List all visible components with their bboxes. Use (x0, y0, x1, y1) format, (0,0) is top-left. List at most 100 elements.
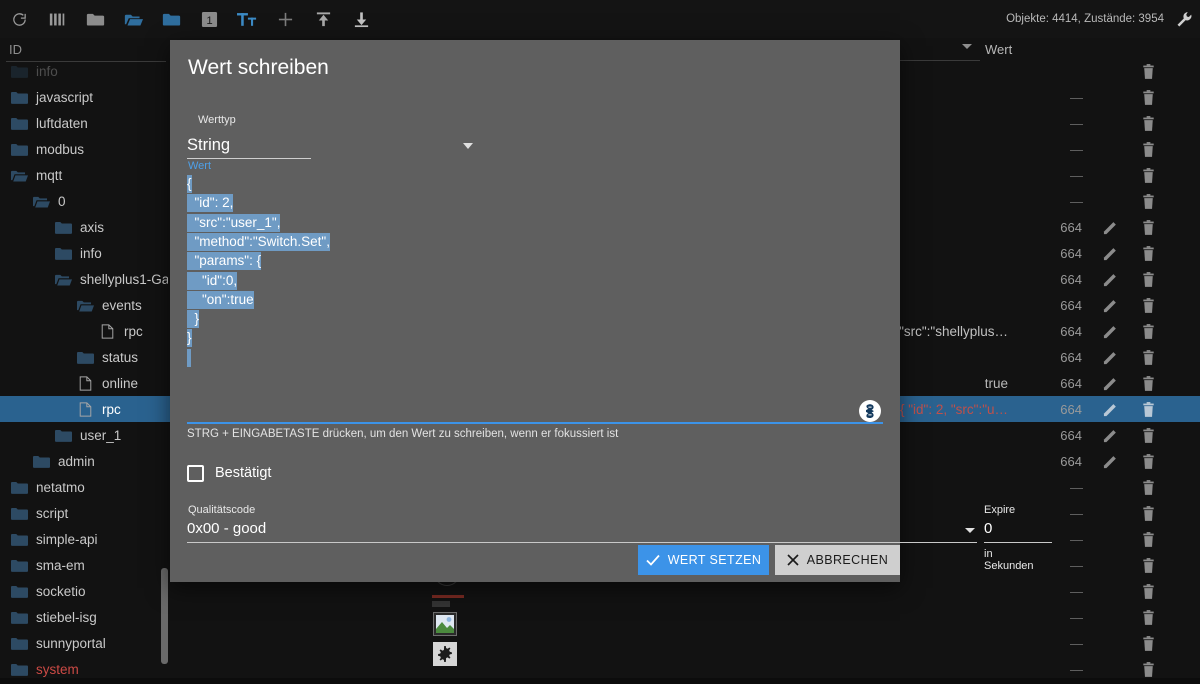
row-permission-value: — (1070, 479, 1083, 495)
tree-item-label: javascript (36, 89, 94, 105)
value-type-select[interactable]: String (187, 136, 230, 155)
delete-trash-icon[interactable] (1136, 396, 1160, 422)
wrench-icon[interactable] (1174, 0, 1200, 38)
cancel-button[interactable]: ABBRECHEN (775, 545, 900, 575)
delete-trash-icon[interactable] (1136, 526, 1160, 552)
tree-item-luftdaten[interactable]: luftdaten (0, 110, 168, 136)
chevron-down-icon[interactable] (463, 143, 473, 149)
value-textarea[interactable]: { "id": 2, "src":"user_1", "method":"Swi… (187, 174, 883, 414)
tree-item-stiebel-isg[interactable]: stiebel-isg (0, 604, 168, 630)
folder-collapse-icon[interactable] (76, 0, 114, 38)
text-format-icon[interactable] (228, 0, 266, 38)
tree-item-sunnyportal[interactable]: sunnyportal (0, 630, 168, 656)
object-tree[interactable]: info javascript luftdaten modbus mqtt 0 axis in… (0, 62, 168, 678)
delete-trash-icon[interactable] (1136, 448, 1160, 474)
table-row[interactable]: — (168, 604, 1200, 630)
row-permission-value: 664 (1060, 375, 1082, 391)
edit-pencil-icon[interactable] (1098, 396, 1122, 422)
upload-icon[interactable] (304, 0, 342, 38)
tree-item-user-1[interactable]: user_1 (0, 422, 168, 448)
folder-expand-icon[interactable] (114, 0, 152, 38)
confirmed-label[interactable]: Bestätigt (215, 465, 271, 481)
column-header-value[interactable]: Wert (985, 42, 1012, 57)
delete-trash-icon[interactable] (1136, 84, 1160, 110)
delete-trash-icon[interactable] (1136, 162, 1160, 188)
add-icon[interactable] (266, 0, 304, 38)
tree-item-simple-api[interactable]: simple-api (0, 526, 168, 552)
row-permission-value: — (1070, 89, 1083, 105)
tree-item-javascript[interactable]: javascript (0, 84, 168, 110)
row-permission-value: — (1070, 583, 1083, 599)
edit-pencil-icon[interactable] (1098, 214, 1122, 240)
tree-item-rpc[interactable]: rpc (0, 318, 168, 344)
table-row[interactable]: — (168, 630, 1200, 656)
row-permission-value: — (1070, 193, 1083, 209)
edit-pencil-icon[interactable] (1098, 292, 1122, 318)
tree-item-sma-em[interactable]: sma-em (0, 552, 168, 578)
tree-item-script[interactable]: script (0, 500, 168, 526)
tree-item-socketio[interactable]: socketio (0, 578, 168, 604)
delete-trash-icon[interactable] (1136, 344, 1160, 370)
tree-item-mqtt[interactable]: mqtt (0, 162, 168, 188)
tree-item-rpc[interactable]: rpc (0, 396, 168, 422)
tree-item-admin[interactable]: admin (0, 448, 168, 474)
quality-code-select[interactable]: 0x00 - good (187, 520, 266, 537)
tree-item-label: rpc (102, 401, 121, 417)
file-icon (98, 323, 116, 339)
set-value-button[interactable]: WERT SETZEN (638, 545, 769, 575)
expand-level-1-icon[interactable]: 1 (190, 0, 228, 38)
tree-item-modbus[interactable]: modbus (0, 136, 168, 162)
tree-item-info[interactable]: info (0, 240, 168, 266)
delete-trash-icon[interactable] (1136, 110, 1160, 136)
refresh-icon[interactable] (0, 0, 38, 38)
json-format-icon[interactable] (859, 400, 881, 422)
row-permission-value: 664 (1060, 245, 1082, 261)
edit-pencil-icon[interactable] (1098, 266, 1122, 292)
delete-trash-icon[interactable] (1136, 214, 1160, 240)
delete-trash-icon[interactable] (1136, 578, 1160, 604)
edit-pencil-icon[interactable] (1098, 318, 1122, 344)
delete-trash-icon[interactable] (1136, 422, 1160, 448)
delete-trash-icon[interactable] (1136, 266, 1160, 292)
tree-item-status[interactable]: status (0, 344, 168, 370)
delete-trash-icon[interactable] (1136, 188, 1160, 214)
column-header-id[interactable]: ID (9, 42, 22, 57)
tree-item-system[interactable]: system (0, 656, 168, 678)
tree-item-online[interactable]: online (0, 370, 168, 396)
delete-trash-icon[interactable] (1136, 240, 1160, 266)
tree-item-netatmo[interactable]: netatmo (0, 474, 168, 500)
delete-trash-icon[interactable] (1136, 370, 1160, 396)
delete-trash-icon[interactable] (1136, 630, 1160, 656)
chevron-down-icon[interactable] (965, 528, 975, 533)
columns-icon[interactable] (38, 0, 76, 38)
delete-trash-icon[interactable] (1136, 58, 1160, 84)
tree-item-shellyplus1-garage[interactable]: shellyplus1-Garage (0, 266, 168, 292)
delete-trash-icon[interactable] (1136, 318, 1160, 344)
value-code-line-text: "id":0, (187, 271, 238, 290)
folder-closed-icon (10, 505, 28, 521)
tree-item-events[interactable]: events (0, 292, 168, 318)
delete-trash-icon[interactable] (1136, 474, 1160, 500)
chevron-down-icon[interactable] (962, 44, 972, 49)
tree-item-info[interactable]: info (0, 62, 168, 84)
tree-scrollbar-thumb[interactable] (161, 568, 168, 664)
delete-trash-icon[interactable] (1136, 292, 1160, 318)
value-code-line: "on":true (187, 290, 254, 310)
expire-input[interactable]: 0 (984, 520, 992, 537)
confirmed-checkbox[interactable] (187, 465, 204, 482)
delete-trash-icon[interactable] (1136, 604, 1160, 630)
delete-trash-icon[interactable] (1136, 500, 1160, 526)
edit-pencil-icon[interactable] (1098, 344, 1122, 370)
edit-pencil-icon[interactable] (1098, 422, 1122, 448)
download-icon[interactable] (342, 0, 380, 38)
delete-trash-icon[interactable] (1136, 552, 1160, 578)
edit-pencil-icon[interactable] (1098, 370, 1122, 396)
delete-trash-icon[interactable] (1136, 136, 1160, 162)
folder-filled-icon[interactable] (152, 0, 190, 38)
folder-open-icon (32, 193, 50, 209)
tree-item-axis[interactable]: axis (0, 214, 168, 240)
edit-pencil-icon[interactable] (1098, 448, 1122, 474)
tree-item-0[interactable]: 0 (0, 188, 168, 214)
edit-pencil-icon[interactable] (1098, 240, 1122, 266)
value-code-line: "src":"user_1", (187, 213, 281, 233)
